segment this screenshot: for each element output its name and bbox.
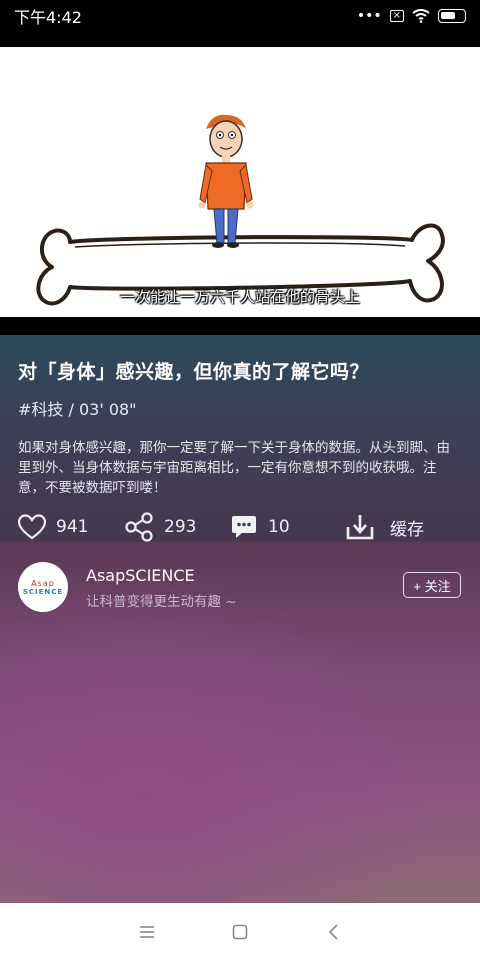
home-nav-button[interactable]: [220, 912, 260, 952]
battery-icon: [438, 9, 466, 23]
channel-subtitle: 让科普变得更生动有趣 ~: [86, 594, 237, 610]
like-button[interactable]: 941: [18, 514, 124, 540]
avatar-text-bottom: SCIENCE: [22, 587, 64, 596]
channel-name[interactable]: AsapSCIENCE: [86, 566, 195, 585]
video-bottom-bar: [0, 317, 480, 335]
heart-icon: [18, 514, 46, 540]
share-count: 293: [164, 517, 197, 537]
status-icons: ••• ×: [357, 8, 466, 24]
status-time: 下午4:42: [14, 8, 82, 27]
download-icon: [346, 515, 374, 540]
back-nav-button[interactable]: [313, 912, 353, 952]
system-nav-bar: [0, 903, 480, 960]
action-bar: 941 293 10 缓存: [18, 512, 462, 542]
comment-icon: [232, 516, 256, 538]
status-bar: 下午4:42 ••• ×: [0, 0, 480, 32]
more-dots-icon: •••: [356, 8, 382, 24]
share-icon: [125, 512, 153, 542]
menu-nav-button[interactable]: [127, 912, 167, 952]
follow-button[interactable]: + 关注: [403, 572, 461, 598]
avatar-text-top: Asap: [31, 578, 55, 588]
video-player[interactable]: [0, 47, 480, 317]
comment-count: 10: [268, 517, 290, 537]
like-count: 941: [56, 517, 89, 537]
back-chevron-icon: [329, 923, 338, 940]
channel-avatar[interactable]: Asap SCIENCE: [18, 562, 68, 612]
video-description: 如果对身体感兴趣，那你一定要了解一下关于身体的数据。从头到脚、由里到外、当身体数…: [18, 440, 450, 496]
cache-label: 缓存: [390, 519, 424, 540]
video-tag[interactable]: #科技 / 03' 08": [18, 396, 462, 420]
video-title: 对「身体」感兴趣，但你真的了解它吗？: [18, 361, 370, 383]
no-sim-icon: ×: [389, 10, 404, 22]
wifi-icon: [412, 9, 430, 23]
video-frame-illustration: [36, 114, 445, 306]
video-subtitle: 一次能让一万六千人站在他的骨头上: [119, 288, 360, 306]
video-info: 对「身体」感兴趣，但你真的了解它吗？ #科技 / 03' 08" 如果对身体感兴…: [0, 335, 480, 542]
channel-section: Asap SCIENCE AsapSCIENCE 让科普变得更生动有趣 ~ + …: [0, 542, 480, 903]
comment-button[interactable]: 10: [230, 514, 336, 540]
cache-button[interactable]: 缓存: [346, 513, 424, 541]
menu-icon: [139, 925, 154, 938]
share-button[interactable]: 293: [124, 512, 230, 542]
home-square-icon: [232, 924, 248, 939]
